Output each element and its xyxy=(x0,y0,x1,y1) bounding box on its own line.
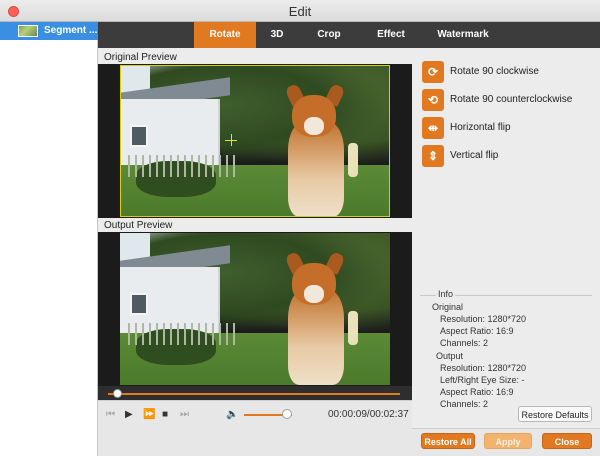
tab-watermark[interactable]: Watermark xyxy=(428,22,498,48)
info-output-channels: Channels: 2 xyxy=(440,399,489,409)
output-preview xyxy=(98,232,412,386)
flip-vertical-icon[interactable]: ⇕ xyxy=(422,145,444,167)
info-original-resolution: Resolution: 1280*720 xyxy=(440,314,527,324)
skip-forward-icon[interactable]: ⏭ xyxy=(180,409,189,421)
tab-crop[interactable]: Crop xyxy=(308,22,350,48)
info-title: Info xyxy=(436,289,456,299)
timecode: 00:00:09/00:02:37 xyxy=(328,409,409,420)
info-output-resolution: Resolution: 1280*720 xyxy=(440,363,527,373)
scene-window xyxy=(130,293,148,315)
original-preview xyxy=(98,64,412,218)
rotate-clockwise-label: Rotate 90 clockwise xyxy=(450,66,539,77)
segment-label: Segment ... xyxy=(44,25,98,36)
scene-person xyxy=(348,311,358,345)
playback-controls: ⏮ ▶ ⏩ ■ ⏭ 🔈 00:00:09/00:02:37 xyxy=(98,400,412,428)
stop-icon[interactable]: ■ xyxy=(162,409,168,421)
skip-back-icon[interactable]: ⏮ xyxy=(106,409,115,421)
info-original-aspect-ratio: Aspect Ratio: 16:9 xyxy=(440,326,514,336)
output-video-frame xyxy=(120,233,390,385)
tab-bar: Rotate 3D Crop Effect Watermark xyxy=(98,22,600,48)
info-panel: Info Original Resolution: 1280*720 Aspec… xyxy=(420,289,592,409)
rotate-cw-icon[interactable]: ⟳ xyxy=(422,61,444,83)
segment-list: Segment ... xyxy=(0,22,98,456)
info-output-heading: Output xyxy=(436,351,464,361)
fast-forward-icon[interactable]: ⏩ xyxy=(143,409,155,421)
horizontal-flip-label: Horizontal flip xyxy=(450,122,511,133)
scene-fence xyxy=(128,323,238,345)
crosshair-icon xyxy=(225,140,237,141)
info-original-channels: Channels: 2 xyxy=(440,338,489,348)
timeline-scrubber-handle[interactable] xyxy=(112,389,122,398)
title-bar: Edit xyxy=(0,0,600,22)
play-icon[interactable]: ▶ xyxy=(125,409,133,421)
segment-thumbnail xyxy=(18,25,38,37)
info-output-aspect-ratio: Aspect Ratio: 16:9 xyxy=(440,387,514,397)
rotate-counterclockwise-label: Rotate 90 counterclockwise xyxy=(450,94,573,105)
flip-horizontal-icon[interactable]: ⇹ xyxy=(422,117,444,139)
vertical-flip-label: Vertical flip xyxy=(450,150,499,161)
info-original-heading: Original xyxy=(432,302,464,312)
scene-dog-muzzle xyxy=(304,285,324,303)
tab-effect[interactable]: Effect xyxy=(368,22,414,48)
footer-left-bar xyxy=(98,428,412,456)
tab-3d[interactable]: 3D xyxy=(256,22,298,48)
restore-defaults-button[interactable]: Restore Defaults xyxy=(518,406,592,422)
volume-icon[interactable]: 🔈 xyxy=(226,409,238,421)
window-title: Edit xyxy=(288,4,312,19)
segment-list-item[interactable]: Segment ... xyxy=(0,22,98,40)
output-preview-label: Output Preview xyxy=(104,220,173,231)
original-preview-label: Original Preview xyxy=(104,52,177,63)
close-button[interactable]: Close xyxy=(542,433,592,449)
restore-all-button[interactable]: Restore All xyxy=(421,433,475,449)
tab-rotate[interactable]: Rotate xyxy=(194,22,256,48)
info-output-eye-size: Left/Right Eye Size: - xyxy=(440,375,525,385)
rotate-ccw-icon[interactable]: ⟲ xyxy=(422,89,444,111)
playback-timeline[interactable] xyxy=(98,386,412,400)
timeline-track xyxy=(108,393,400,395)
volume-slider-handle[interactable] xyxy=(282,409,293,419)
apply-button[interactable]: Apply xyxy=(484,433,532,449)
crop-selection-box[interactable] xyxy=(120,65,390,217)
